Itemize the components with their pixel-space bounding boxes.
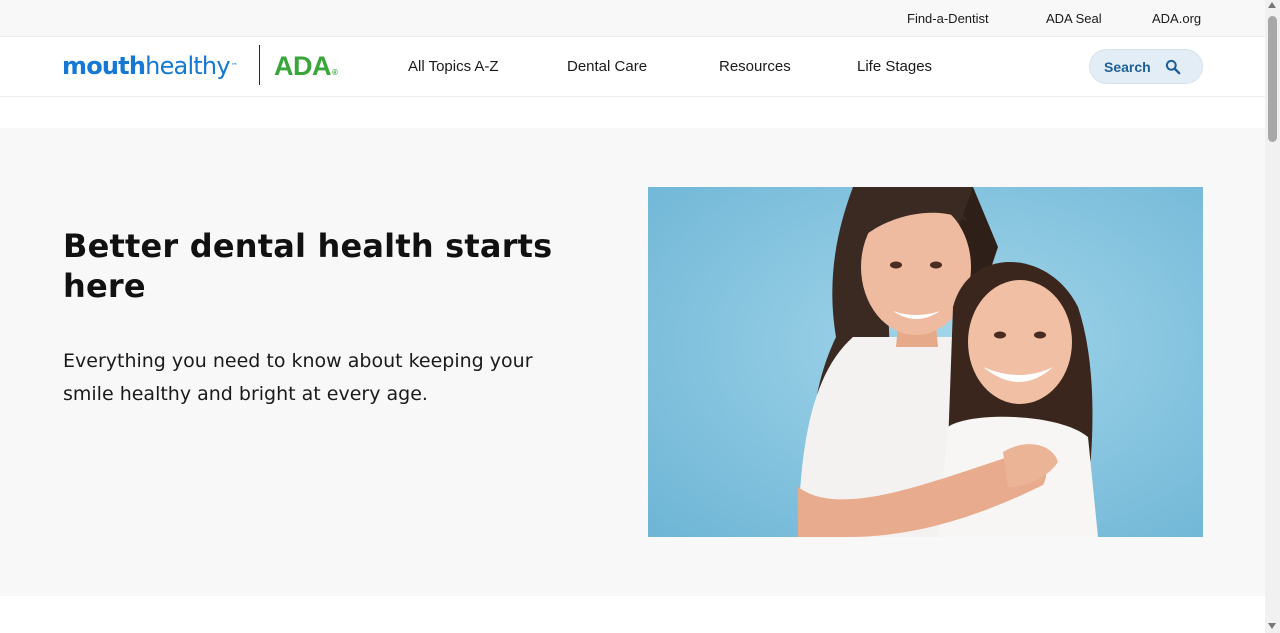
registered-mark: ® [332,68,338,77]
logo-mouth-text: mouth [62,52,146,80]
utility-bar: Find-a-Dentist ADA Seal ADA.org [0,0,1265,37]
mother-and-daughter-photo [648,187,1203,537]
logo-healthy-text: healthy [145,52,230,80]
trademark-mark: ™ [230,62,238,70]
hero-subtitle: Everything you need to know about keepin… [63,350,533,405]
nav-all-topics[interactable]: All Topics A-Z [408,58,499,75]
logo-divider [259,45,260,85]
scroll-down-arrow-icon[interactable] [1268,623,1276,629]
ada-logo: ADA® [274,51,338,88]
find-a-dentist-link[interactable]: Find-a-Dentist [907,11,989,26]
nav-life-stages[interactable]: Life Stages [857,58,932,75]
search-button[interactable]: Search [1089,49,1203,84]
mouthhealthy-logo: mouthhealthy™ [62,51,238,81]
hero-section: Better dental health starts here Everyth… [0,128,1265,596]
scrollbar-thumb[interactable] [1268,16,1277,142]
hero-title: Better dental health starts here [63,227,553,305]
ada-org-link[interactable]: ADA.org [1152,11,1201,26]
site-logo[interactable]: mouthhealthy™ ADA® [62,45,352,89]
main-header: mouthhealthy™ ADA® All Topics A-Z Dental… [0,37,1265,97]
page-scrollbar[interactable] [1265,0,1280,633]
page: Find-a-Dentist ADA Seal ADA.org mouthhea… [0,0,1265,633]
nav-resources[interactable]: Resources [719,58,791,75]
ada-logo-text: ADA [274,51,332,81]
ada-seal-link[interactable]: ADA Seal [1046,11,1102,26]
search-button-label: Search [1104,59,1151,75]
hero-photo [648,187,1203,537]
nav-dental-care[interactable]: Dental Care [567,58,647,75]
scroll-up-arrow-icon[interactable] [1268,2,1276,8]
search-icon [1165,59,1181,75]
